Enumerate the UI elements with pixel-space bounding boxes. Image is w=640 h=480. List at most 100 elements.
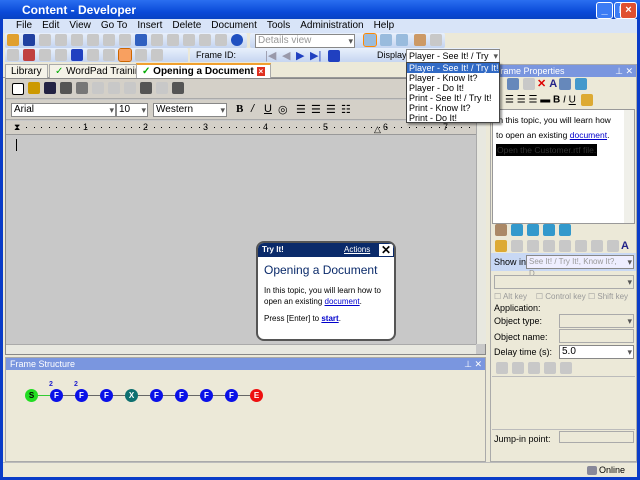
delete-icon[interactable]: ✕ (537, 78, 546, 90)
frame-node[interactable]: F (75, 389, 88, 402)
undo-icon[interactable] (135, 34, 147, 46)
paste-icon[interactable] (523, 78, 535, 91)
frame-node[interactable]: F (200, 389, 213, 402)
frame-icon[interactable] (151, 49, 163, 61)
details-view-icon[interactable] (363, 33, 377, 47)
alt-checkbox[interactable]: ☐ Alt key (494, 292, 527, 301)
pin-close-icon[interactable]: ⊥ ✕ (464, 358, 485, 370)
web-icon[interactable] (575, 78, 588, 91)
check-icon[interactable] (495, 240, 507, 252)
minimize-button[interactable]: _ (596, 2, 613, 19)
bubble-tab-icon[interactable] (511, 224, 523, 236)
pointer-icon[interactable] (543, 240, 555, 252)
frame-node[interactable]: F (150, 389, 163, 402)
display-select[interactable]: Player - See It! / Try It! (406, 49, 500, 73)
html-icon[interactable] (559, 78, 572, 91)
menu-administration[interactable]: Administration (295, 19, 368, 33)
check-in-icon[interactable] (414, 34, 426, 46)
menu-go-to[interactable]: Go To (96, 19, 133, 33)
display-option[interactable]: Print - Know It? (407, 103, 499, 113)
copy-icon[interactable] (507, 78, 519, 91)
show-in-select[interactable]: See It! / Try It!, Know It?, D... (526, 255, 634, 278)
view-select[interactable]: Details view (255, 34, 355, 48)
menu-delete[interactable]: Delete (167, 19, 206, 33)
paste-icon[interactable] (87, 34, 99, 46)
frame-node[interactable]: S (25, 389, 38, 402)
collapse-icon[interactable] (183, 34, 195, 46)
last-frame-icon[interactable]: ▶| (310, 49, 321, 62)
timer-icon[interactable] (544, 362, 556, 374)
display-option[interactable]: Print - Do It! (407, 113, 499, 123)
bubble-text-editor[interactable]: In this topic, you will learn how to ope… (492, 109, 635, 224)
screenshot-icon[interactable] (87, 49, 99, 61)
target-icon[interactable] (496, 362, 508, 374)
bold-icon[interactable]: B (553, 95, 560, 106)
frame-node[interactable]: X (125, 389, 138, 402)
menu-file[interactable]: File (11, 19, 37, 33)
action-icon[interactable] (135, 49, 147, 61)
indent-marker[interactable]: ⧗ (14, 122, 20, 133)
prev-frame-icon[interactable]: ◀ (282, 49, 290, 62)
close-tab-icon[interactable]: × (256, 67, 266, 76)
ctrl-checkbox[interactable]: ☐ Control key (536, 292, 586, 301)
cut-icon[interactable] (55, 34, 67, 46)
edit-icon[interactable] (103, 49, 115, 61)
font-icon[interactable]: A (549, 78, 557, 90)
horizontal-scrollbar[interactable] (6, 344, 476, 354)
display-option[interactable]: Player - See It! / Try It! (407, 63, 499, 73)
frame-node[interactable]: F (100, 389, 113, 402)
display-option[interactable]: Print - See It! / Try It! (407, 93, 499, 103)
close-bubble-icon[interactable]: ✕ (378, 243, 394, 257)
dialog-tab-icon[interactable] (543, 224, 555, 236)
record-icon[interactable] (7, 49, 19, 61)
page-icon[interactable] (591, 240, 603, 252)
frame-node[interactable]: F (50, 389, 63, 402)
text-scrollbar[interactable] (624, 110, 634, 223)
delete-icon[interactable] (103, 34, 115, 46)
display-option[interactable]: Player - Do It! (407, 83, 499, 93)
expand-icon[interactable] (167, 34, 179, 46)
document-tab-icon[interactable] (559, 224, 571, 236)
bubble-icon[interactable] (118, 48, 132, 62)
find-icon[interactable] (199, 34, 211, 46)
key-select[interactable] (494, 275, 634, 289)
menu-insert[interactable]: Insert (132, 19, 167, 33)
save-icon[interactable] (23, 34, 35, 46)
hand-icon[interactable] (527, 240, 539, 252)
object-name-field[interactable] (559, 329, 634, 343)
menu-document[interactable]: Document (206, 19, 262, 33)
object-type-select[interactable] (559, 314, 634, 328)
help-icon[interactable] (231, 34, 243, 46)
jump-in-field[interactable] (559, 431, 634, 443)
pin-close-icon[interactable]: ⊥ ✕ (615, 65, 636, 77)
list-icon[interactable] (511, 240, 523, 252)
tab-opening-a-document[interactable]: ✓ Opening a Document × (136, 63, 272, 78)
action-area-icon[interactable] (495, 224, 507, 236)
screenshot-tab-icon[interactable] (527, 224, 539, 236)
open-icon[interactable] (7, 34, 19, 46)
horizontal-split-icon[interactable] (380, 34, 392, 46)
close-button[interactable]: × (620, 2, 637, 19)
copy-icon[interactable] (71, 34, 83, 46)
rectangle-icon[interactable] (512, 362, 524, 374)
actions-link[interactable]: Actions (344, 245, 370, 254)
delay-select[interactable]: 5.0 (559, 345, 634, 359)
document-link[interactable]: document (325, 297, 360, 306)
tab-library[interactable]: Library (5, 64, 48, 78)
align-icon[interactable]: ☰ ☰ ☰ ▬ (505, 95, 553, 106)
italic-icon[interactable]: I (563, 95, 566, 106)
document-link[interactable]: document (570, 130, 607, 140)
copy-icon[interactable] (559, 240, 571, 252)
key-icon[interactable] (560, 362, 572, 374)
template-icon[interactable] (580, 94, 593, 106)
redo-icon[interactable] (151, 34, 163, 46)
next-frame-icon[interactable]: ▶ (296, 49, 304, 62)
insert-frame-icon[interactable] (23, 49, 35, 61)
frame-node[interactable]: E (250, 389, 263, 402)
menu-edit[interactable]: Edit (37, 19, 64, 33)
properties-icon[interactable] (119, 34, 131, 46)
menu-tools[interactable]: Tools (262, 19, 295, 33)
branch-icon[interactable] (39, 49, 51, 61)
menu-view[interactable]: View (64, 19, 96, 33)
alternative-icon[interactable] (71, 49, 83, 61)
